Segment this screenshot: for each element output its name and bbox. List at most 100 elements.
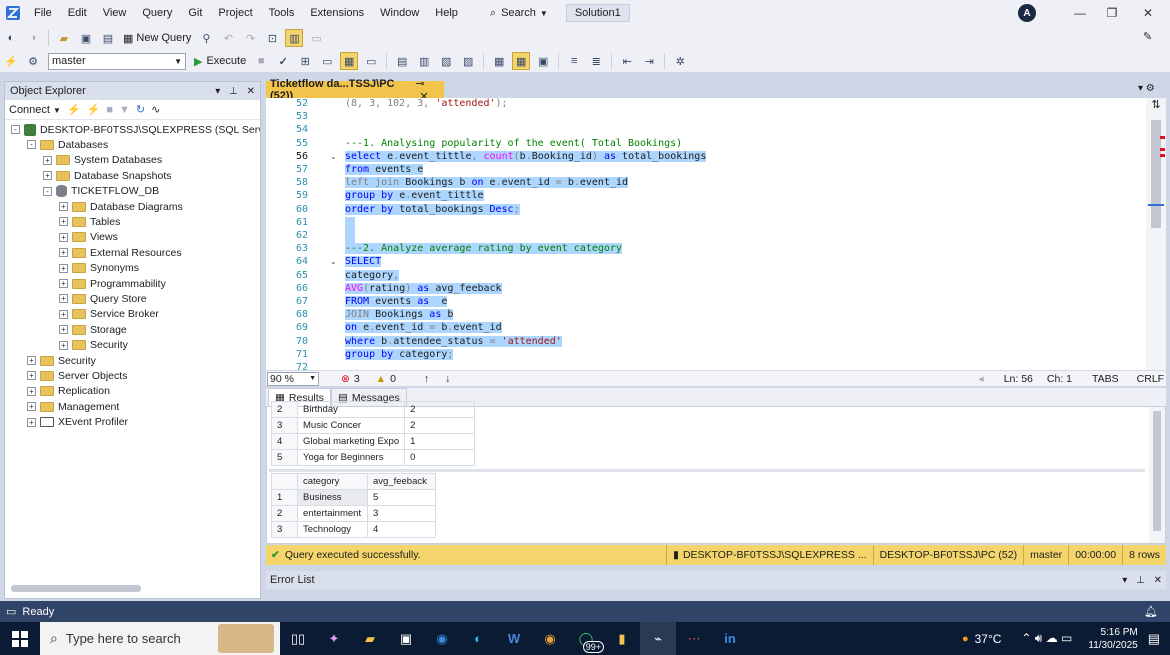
- expand-icon[interactable]: +: [27, 386, 36, 396]
- table-row[interactable]: 2 entertainment 3: [271, 505, 436, 522]
- expand-icon[interactable]: +: [27, 402, 36, 412]
- table-row[interactable]: 5 Yoga for Beginners 0: [271, 449, 476, 466]
- tree-node[interactable]: + Management: [27, 399, 119, 414]
- task-view-icon[interactable]: ▯▯: [280, 622, 316, 655]
- editor-vertical-scrollbar[interactable]: ⇅: [1146, 98, 1166, 370]
- expand-icon[interactable]: +: [59, 309, 68, 319]
- expand-icon[interactable]: +: [59, 263, 68, 273]
- code-line[interactable]: 63 ---2. Analyze average rating by event …: [266, 243, 1146, 256]
- row-number[interactable]: 2: [271, 401, 298, 418]
- tree-node[interactable]: + Replication: [27, 384, 110, 399]
- collapse-icon[interactable]: -: [27, 140, 36, 150]
- tree-node[interactable]: + Views: [59, 230, 118, 245]
- expand-icon[interactable]: +: [59, 202, 68, 211]
- layout-icon[interactable]: ▥: [285, 29, 304, 47]
- row-number[interactable]: 3: [271, 417, 298, 434]
- table-row[interactable]: 3 Music Concer 2: [271, 417, 476, 434]
- refresh-icon[interactable]: ↻: [136, 103, 145, 116]
- tree-node[interactable]: - TICKETFLOW_DB: [43, 184, 159, 199]
- code-line[interactable]: 60 order by total_bookings Desc;: [266, 203, 1146, 217]
- grid-corner[interactable]: [271, 473, 298, 490]
- close-icon[interactable]: ✕: [1154, 575, 1162, 586]
- tree-node[interactable]: + Query Store: [59, 291, 147, 306]
- expand-icon[interactable]: +: [43, 155, 52, 165]
- code-line[interactable]: 66 AVG(rating) as avg_feeback: [266, 282, 1146, 296]
- table-cell[interactable]: Yoga for Beginners: [296, 449, 406, 466]
- taskbar-search-box[interactable]: ⌕ Type here to search: [40, 622, 280, 655]
- screenshot-icon[interactable]: ⊡: [263, 29, 281, 47]
- collapse-icon[interactable]: -: [43, 186, 52, 196]
- dropdown-icon[interactable]: ▾: [1122, 575, 1127, 586]
- result-grid-1[interactable]: 2 Birthday 2 3 Music Concer 2 4 Global marketin…: [271, 401, 476, 466]
- tree-node[interactable]: + Tables: [59, 214, 120, 229]
- parse-icon[interactable]: ✓: [274, 52, 292, 70]
- tab-query-editor[interactable]: Ticketflow da...TSSJ\PC (52)) ⊸ ✕: [266, 78, 444, 103]
- filter-icon[interactable]: ⚙: [24, 52, 42, 70]
- code-line[interactable]: 72: [266, 362, 1146, 370]
- dropdown-icon[interactable]: ▾: [215, 86, 220, 97]
- expand-icon[interactable]: +: [43, 171, 52, 181]
- disconnect-icon[interactable]: ⚡: [87, 103, 101, 116]
- expand-icon[interactable]: +: [59, 232, 68, 242]
- tree-node[interactable]: + Database Diagrams: [59, 199, 183, 214]
- activity-icon[interactable]: ∿: [151, 103, 160, 116]
- back-icon[interactable]: ◐: [2, 29, 20, 47]
- actual-plan-icon[interactable]: ▦: [490, 52, 508, 70]
- table-row[interactable]: 2 Birthday 2: [271, 401, 476, 418]
- client-stats-icon[interactable]: ▨: [459, 52, 477, 70]
- collapse-icon[interactable]: -: [11, 125, 20, 134]
- code-line[interactable]: 57 from events e: [266, 164, 1146, 177]
- split-icon[interactable]: ⇅: [1146, 98, 1166, 111]
- code-line[interactable]: 56 select e.event_tittle, count(b.Booking…: [266, 150, 1146, 164]
- menu-item-edit[interactable]: Edit: [60, 0, 95, 26]
- weather-temperature[interactable]: 37°C: [975, 632, 1002, 646]
- code-line[interactable]: 61: [266, 216, 1146, 230]
- table-cell[interactable]: 1: [404, 433, 476, 450]
- menu-item-query[interactable]: Query: [134, 0, 180, 26]
- expand-icon[interactable]: +: [27, 356, 36, 365]
- scroll-left-icon[interactable]: ◂: [978, 373, 983, 385]
- tree-node[interactable]: - DESKTOP-BF0TSSJ\SQLEXPRESS (SQL Server …: [11, 122, 260, 137]
- arrow-up-icon[interactable]: ↑: [424, 373, 429, 385]
- table-cell[interactable]: 5: [367, 489, 436, 506]
- indent-icon[interactable]: ⇥: [640, 52, 658, 70]
- menu-item-file[interactable]: File: [26, 0, 60, 26]
- code-line[interactable]: 70 where b.attendee_status = 'attended': [266, 335, 1146, 349]
- code-line[interactable]: 65 category,: [266, 269, 1146, 283]
- tree-node[interactable]: + System Databases: [43, 153, 162, 168]
- code-line[interactable]: 69 on e.event_id = b.event_id: [266, 322, 1146, 335]
- menu-item-help[interactable]: Help: [427, 0, 466, 26]
- expand-icon[interactable]: +: [59, 340, 68, 350]
- tree-node[interactable]: + Service Broker: [59, 307, 159, 322]
- restore-icon[interactable]: ❐: [1094, 0, 1130, 26]
- code-line[interactable]: 52 (8, 3, 102, 3, 'attended');: [266, 98, 1146, 111]
- database-select[interactable]: master ▼: [48, 52, 186, 70]
- code-line[interactable]: 68 JOIN Bookings as b: [266, 309, 1146, 322]
- results-file-icon[interactable]: ▭: [362, 52, 380, 70]
- copilot-icon[interactable]: ✦: [316, 622, 352, 655]
- code-line[interactable]: 54: [266, 124, 1146, 137]
- estimated-plan-icon[interactable]: ⊞: [296, 52, 314, 70]
- menu-item-view[interactable]: View: [95, 0, 135, 26]
- table-cell[interactable]: 2: [404, 401, 476, 418]
- connect-icon[interactable]: ⚡: [2, 52, 20, 70]
- row-number[interactable]: 3: [271, 521, 298, 538]
- result-grid-2[interactable]: category avg_feeback 1 Business 5 2 entertainm…: [271, 473, 436, 538]
- pin-icon[interactable]: ⊥: [1136, 575, 1145, 586]
- tab-overflow-icon[interactable]: ▾ ⚙: [1138, 83, 1155, 94]
- collapse-icon[interactable]: ⌄: [330, 257, 337, 266]
- table-row[interactable]: 1 Business 5: [271, 489, 436, 506]
- tree-node[interactable]: + Server Objects: [27, 368, 127, 383]
- code-line[interactable]: 71 group by category;: [266, 348, 1146, 362]
- table-cell[interactable]: Music Concer: [296, 417, 406, 434]
- save-icon[interactable]: ▣: [77, 29, 95, 47]
- grid-icon[interactable]: ▦: [512, 52, 531, 70]
- expand-icon[interactable]: +: [27, 417, 36, 427]
- table-cell[interactable]: Technology: [297, 521, 368, 538]
- edge-icon[interactable]: ◐: [460, 622, 496, 655]
- tree-node[interactable]: - Databases: [27, 137, 108, 152]
- tree-node[interactable]: + Security: [59, 338, 128, 353]
- table-row[interactable]: 4 Global marketing Expo 1: [271, 433, 476, 450]
- ssms-taskbar-icon[interactable]: ⌁: [640, 622, 676, 655]
- store-icon[interactable]: ▣: [388, 622, 424, 655]
